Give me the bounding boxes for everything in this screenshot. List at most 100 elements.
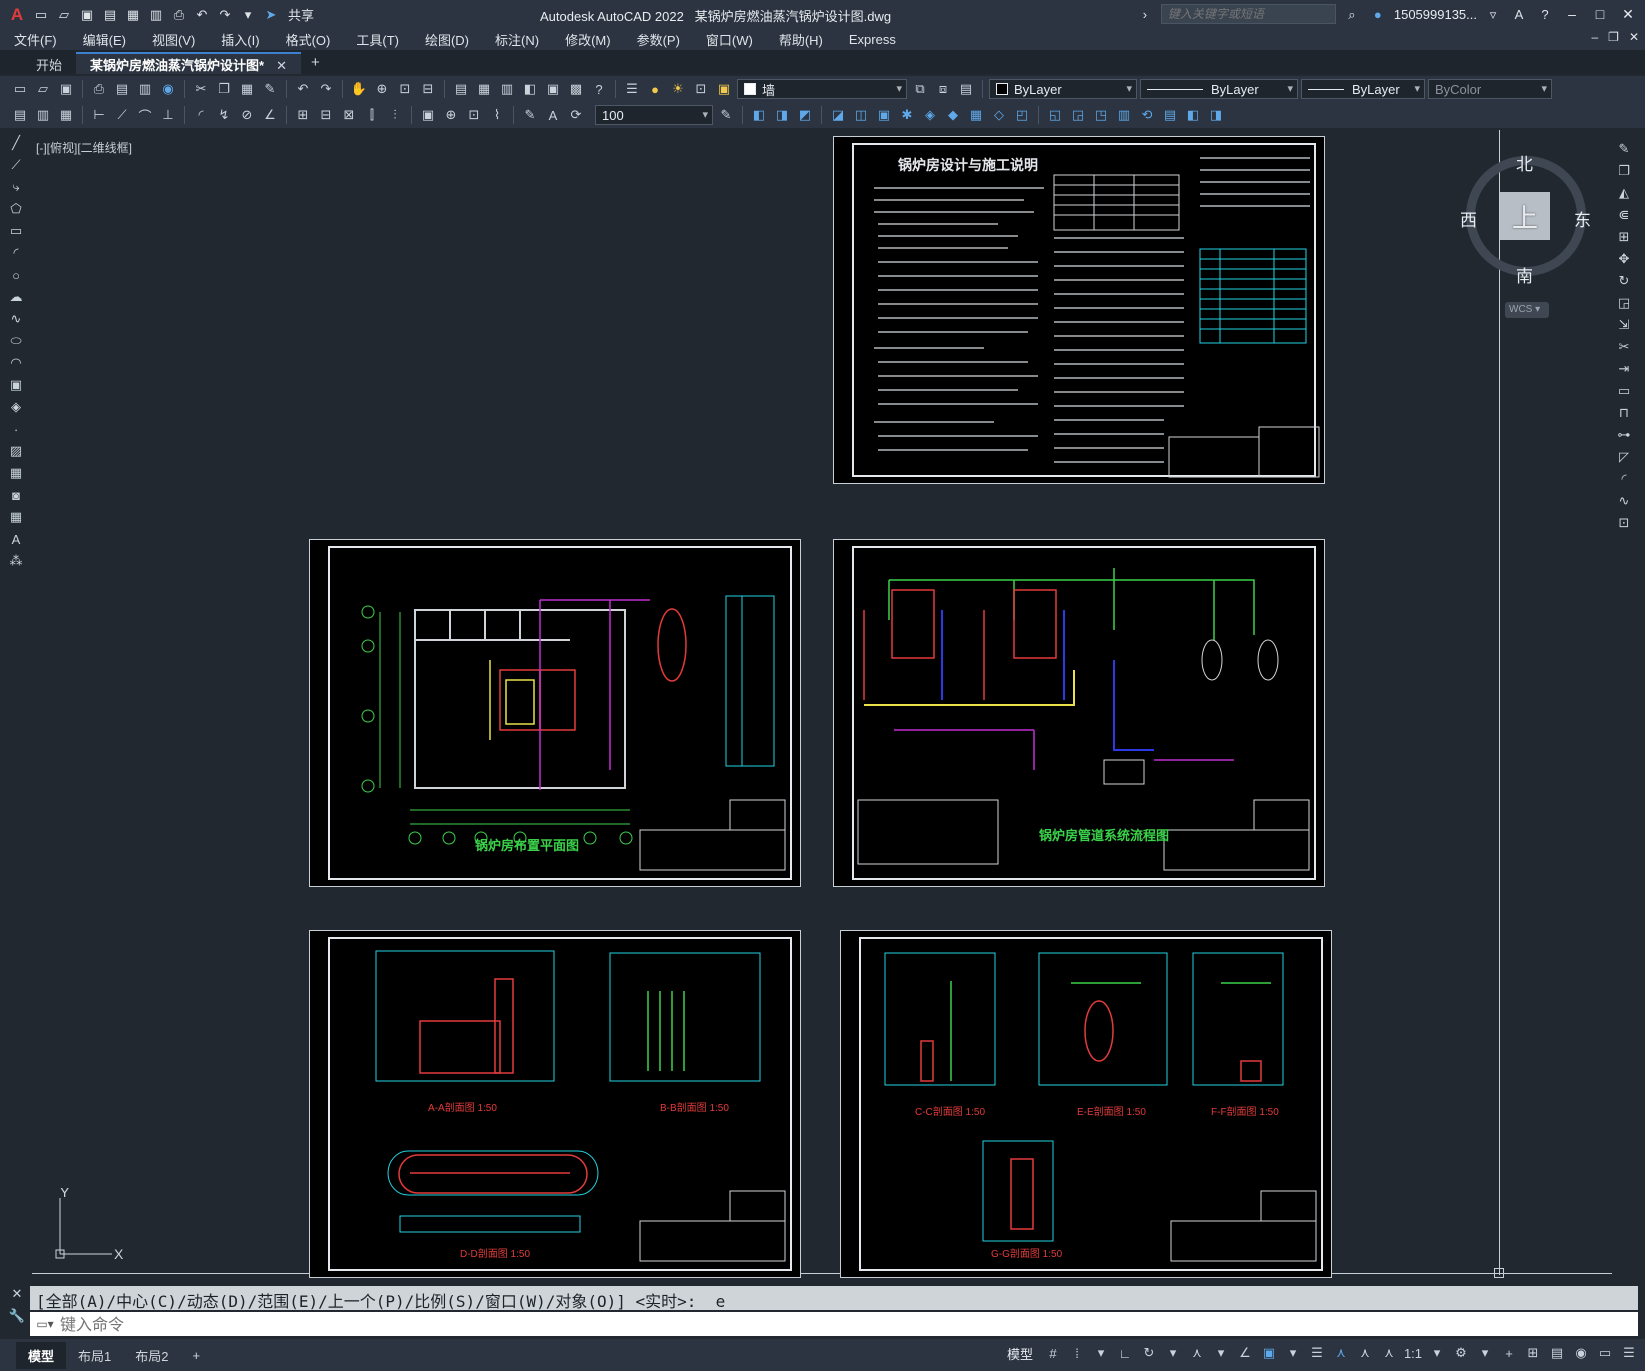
- annotation-scale-value[interactable]: 1:1: [1403, 1343, 1423, 1363]
- save-icon[interactable]: ▣: [56, 79, 76, 99]
- ole-icon[interactable]: ▣: [874, 105, 894, 125]
- add-layout-button[interactable]: +: [180, 1344, 212, 1367]
- sheet-piping-flow[interactable]: 锅炉房管道系统流程图: [833, 539, 1325, 887]
- command-prompt-icon[interactable]: ▭▾: [30, 1317, 60, 1331]
- color-dropdown[interactable]: ByLayer ▾: [989, 79, 1137, 99]
- ordinate-dim-icon[interactable]: ⊥: [158, 105, 178, 125]
- arc-length-icon[interactable]: ⌒: [135, 105, 155, 125]
- compass-west[interactable]: 西: [1460, 206, 1477, 231]
- tab-layout2[interactable]: 布局2: [123, 1342, 180, 1369]
- open-file-icon[interactable]: ▱: [54, 4, 74, 24]
- viewport-controls[interactable]: [-][俯视][二维线框]: [36, 139, 132, 156]
- dim-style-manager-icon[interactable]: ✎: [716, 105, 736, 125]
- chevron-down-icon[interactable]: ▾: [1091, 1343, 1111, 1363]
- add-selected-icon[interactable]: ⁂: [4, 552, 28, 570]
- dim-scale-dropdown[interactable]: 100 ▾: [595, 105, 713, 125]
- linear-dim-icon[interactable]: ⊢: [89, 105, 109, 125]
- tool-palettes-icon[interactable]: ▥: [497, 79, 517, 99]
- rectangle-icon[interactable]: ▭: [4, 222, 28, 240]
- command-close-icon[interactable]: ✕: [12, 1286, 23, 1302]
- multiline-text-icon[interactable]: A: [4, 530, 28, 548]
- sheet-design-notes[interactable]: 锅炉房设计与施工说明: [833, 136, 1325, 484]
- table-icon[interactable]: ▦: [4, 508, 28, 526]
- tab-layout1[interactable]: 布局1: [66, 1342, 123, 1369]
- polygon-icon[interactable]: ⬠: [4, 200, 28, 218]
- center-mark-icon[interactable]: ⊕: [441, 105, 461, 125]
- continue-dim-icon[interactable]: ⊠: [339, 105, 359, 125]
- plot-icon[interactable]: ⎙: [89, 79, 109, 99]
- drawing-canvas[interactable]: [32, 130, 1612, 1280]
- lineweight-dropdown[interactable]: ByLayer ▾: [1301, 79, 1425, 99]
- copy-object-icon[interactable]: ❐: [1612, 162, 1636, 180]
- annotation-scale-icon[interactable]: ⋏: [1379, 1343, 1399, 1363]
- menu-modify[interactable]: 修改(M): [565, 30, 611, 49]
- zoom-realtime-icon[interactable]: ⊕: [372, 79, 392, 99]
- dim-update-icon[interactable]: ▥: [33, 105, 53, 125]
- menu-edit[interactable]: 编辑(E): [83, 30, 126, 49]
- attribute-edit-icon[interactable]: ◳: [1091, 105, 1111, 125]
- dim-break-icon[interactable]: ⫶: [385, 105, 405, 125]
- region-icon[interactable]: ◙: [4, 486, 28, 504]
- menu-view[interactable]: 视图(V): [152, 30, 195, 49]
- dim-override-icon[interactable]: ▦: [56, 105, 76, 125]
- model-space-button[interactable]: 模型: [1007, 1344, 1033, 1363]
- grid-icon[interactable]: #: [1043, 1343, 1063, 1363]
- minimize-button[interactable]: –: [1561, 6, 1583, 22]
- compass-north[interactable]: 北: [1516, 150, 1533, 175]
- attribute-icon[interactable]: ◲: [1068, 105, 1088, 125]
- mirror-icon[interactable]: ◭: [1612, 184, 1636, 202]
- explode-icon[interactable]: ⊡: [1612, 514, 1636, 532]
- layer-state-icon[interactable]: ▤: [956, 79, 976, 99]
- command-settings-icon[interactable]: 🔧: [9, 1308, 25, 1324]
- new-tab-button[interactable]: +: [301, 51, 330, 74]
- insert-block-icon[interactable]: ▣: [4, 376, 28, 394]
- tab-start[interactable]: 开始: [22, 52, 76, 74]
- doc-restore-button[interactable]: ❐: [1608, 30, 1619, 44]
- polar-icon[interactable]: ↻: [1139, 1343, 1159, 1363]
- ortho-icon[interactable]: ∟: [1115, 1343, 1135, 1363]
- refedit-icon[interactable]: ◧: [1183, 105, 1203, 125]
- layer-properties-icon[interactable]: ☰: [622, 79, 642, 99]
- make-current-layer-icon[interactable]: ⧉: [910, 79, 930, 99]
- revision-cloud-icon[interactable]: ☁: [4, 288, 28, 306]
- pan-icon[interactable]: ✋: [349, 79, 369, 99]
- dim-style-icon[interactable]: ▤: [10, 105, 30, 125]
- cut-icon[interactable]: ✂: [191, 79, 211, 99]
- jogged-linear-icon[interactable]: ⌇: [487, 105, 507, 125]
- zoom-previous-icon[interactable]: ⊟: [418, 79, 438, 99]
- menu-tools[interactable]: 工具(T): [356, 30, 399, 49]
- layer-lock-icon[interactable]: ▣: [714, 79, 734, 99]
- array-icon[interactable]: ⊞: [1612, 228, 1636, 246]
- user-icon[interactable]: ●: [1368, 4, 1388, 24]
- field-icon[interactable]: ◆: [943, 105, 963, 125]
- snap-icon[interactable]: ⁞: [1067, 1343, 1087, 1363]
- publish-icon[interactable]: ▥: [146, 4, 166, 24]
- dim-edit-icon[interactable]: ✎: [520, 105, 540, 125]
- sync-icon[interactable]: ⟲: [1137, 105, 1157, 125]
- rotate-icon[interactable]: ↻: [1612, 272, 1636, 290]
- customize-dropdown-icon[interactable]: ▾: [238, 4, 258, 24]
- menu-dimension[interactable]: 标注(N): [495, 30, 539, 49]
- menu-help[interactable]: 帮助(H): [779, 30, 823, 49]
- isodraft-icon[interactable]: ⋏: [1187, 1343, 1207, 1363]
- save-icon[interactable]: ▣: [77, 4, 97, 24]
- redo-icon[interactable]: ↷: [316, 79, 336, 99]
- sheet-sections-1[interactable]: A-A剖面图 1:50 B-B剖面图 1:50 D-D剖面图 1:50: [309, 930, 801, 1278]
- xclip-icon[interactable]: ◨: [1206, 105, 1226, 125]
- new-icon[interactable]: ▭: [10, 79, 30, 99]
- layer-dropdown[interactable]: 墙 ▾: [737, 79, 907, 99]
- object-snap-tracking-icon[interactable]: ∠: [1235, 1343, 1255, 1363]
- help-icon[interactable]: ?: [1535, 4, 1555, 24]
- command-input[interactable]: [60, 1314, 1560, 1334]
- trim-icon[interactable]: ✂: [1612, 338, 1636, 356]
- compass-south[interactable]: 南: [1516, 262, 1533, 287]
- layer-previous-icon[interactable]: ⧈: [933, 79, 953, 99]
- table-icon[interactable]: ▦: [966, 105, 986, 125]
- menu-express[interactable]: Express: [849, 32, 896, 47]
- autocad-logo-icon[interactable]: A: [6, 4, 28, 24]
- cart-icon[interactable]: ▿: [1483, 4, 1503, 24]
- radius-dim-icon[interactable]: ◜: [191, 105, 211, 125]
- menu-insert[interactable]: 插入(I): [221, 30, 259, 49]
- maximize-button[interactable]: □: [1589, 6, 1611, 22]
- create-block-icon[interactable]: ◩: [795, 105, 815, 125]
